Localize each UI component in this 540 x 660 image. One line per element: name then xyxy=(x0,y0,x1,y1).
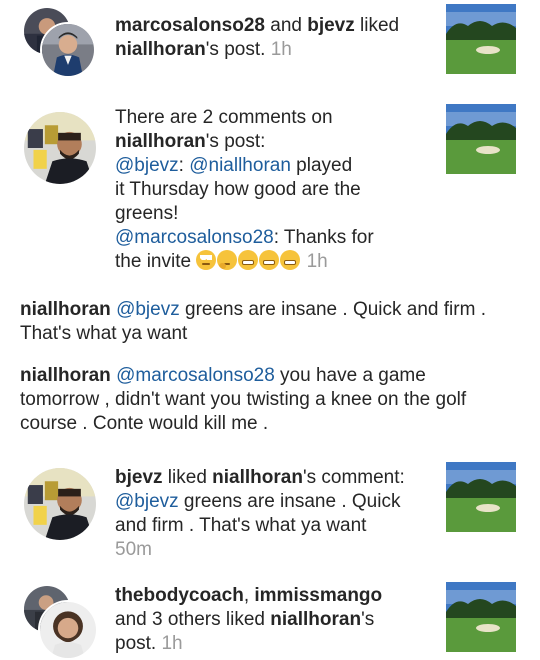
timestamp: 1h xyxy=(161,633,183,654)
comment-item[interactable]: niallhoran @marcosalonso28 you have a ga… xyxy=(20,364,530,436)
action-text: 's xyxy=(361,609,375,630)
notification-text: marcosalonso28 and bjevz liked niallhora… xyxy=(115,14,435,62)
comment-text: greens are insane . Quick and firm . xyxy=(179,299,486,320)
avatar-stack[interactable] xyxy=(22,110,98,186)
action-text: post. xyxy=(115,633,157,654)
avatar-stack[interactable] xyxy=(22,584,98,660)
username-link[interactable]: immissmango xyxy=(254,585,382,606)
avatar[interactable] xyxy=(22,110,98,186)
comment-text: That's what ya want xyxy=(20,323,188,344)
face-with-rolling-eyes-icon xyxy=(196,250,217,270)
mention-link[interactable]: @marcosalonso28 xyxy=(115,227,274,248)
notification-prefix: There are 2 comments on xyxy=(115,107,333,128)
mention-link[interactable]: @marcosalonso28 xyxy=(116,365,275,386)
comment-text: course . Conte would kill me . xyxy=(20,413,269,434)
comment-text: greens! xyxy=(115,203,179,224)
username-link[interactable]: niallhoran xyxy=(212,467,303,488)
comment-text: : xyxy=(178,155,190,176)
connector-text: and xyxy=(264,15,308,36)
notification-text: bjevz liked niallhoran's comment: @bjevz… xyxy=(115,466,435,562)
avatar[interactable] xyxy=(38,600,98,660)
timestamp: 1h xyxy=(306,251,328,272)
comment-text: : Thanks for xyxy=(273,227,374,248)
action-text: 's comment: xyxy=(302,467,405,488)
action-text: liked xyxy=(162,467,213,488)
comment-author[interactable]: niallhoran xyxy=(20,299,111,320)
grinning-face-icon xyxy=(280,250,301,270)
post-thumbnail[interactable] xyxy=(446,104,516,174)
username-link[interactable]: niallhoran xyxy=(115,131,206,152)
avatar-stack[interactable] xyxy=(22,466,98,542)
comment-item[interactable]: niallhoran @bjevz greens are insane . Qu… xyxy=(20,298,525,346)
comment-text: and firm . That's what ya want xyxy=(115,515,367,536)
post-thumbnail[interactable] xyxy=(446,582,516,652)
username-link[interactable]: marcosalonso28 xyxy=(115,15,265,36)
username-link[interactable]: bjevz xyxy=(115,467,163,488)
timestamp: 1h xyxy=(270,39,292,60)
username-link[interactable]: thebodycoach xyxy=(115,585,244,606)
comment-author[interactable]: niallhoran xyxy=(20,365,111,386)
avatar[interactable] xyxy=(40,22,96,78)
comment-text: you have a game xyxy=(274,365,426,386)
comment-text: it Thursday how good are the xyxy=(115,179,361,200)
comment-text: tomorrow , didn't want you twisting a kn… xyxy=(20,389,467,410)
action-text: 's post: xyxy=(205,131,266,152)
mention-link[interactable]: @bjevz xyxy=(115,491,179,512)
comment-text: the invite xyxy=(115,251,192,272)
timestamp: 50m xyxy=(115,539,152,560)
grinning-face-icon xyxy=(238,250,259,270)
avatar-stack[interactable] xyxy=(22,6,96,78)
username-link[interactable]: bjevz xyxy=(307,15,355,36)
post-thumbnail[interactable] xyxy=(446,4,516,74)
connector-text: , xyxy=(243,585,255,606)
username-link[interactable]: niallhoran xyxy=(115,39,206,60)
notification-text: thebodycoach, immissmango and 3 others l… xyxy=(115,584,435,656)
action-text: 's post. xyxy=(205,39,266,60)
comment-text: played xyxy=(290,155,353,176)
mention-link[interactable]: @bjevz xyxy=(115,155,179,176)
grinning-face-icon xyxy=(259,250,280,270)
thinking-face-icon xyxy=(217,250,238,270)
mention-link[interactable]: @niallhoran xyxy=(189,155,291,176)
post-thumbnail[interactable] xyxy=(446,462,516,532)
username-link[interactable]: niallhoran xyxy=(270,609,361,630)
avatar[interactable] xyxy=(22,466,98,542)
comment-text: greens are insane . Quick xyxy=(178,491,401,512)
notification-text: There are 2 comments on niallhoran's pos… xyxy=(115,106,435,274)
action-text: and 3 others liked xyxy=(115,609,271,630)
action-text: liked xyxy=(354,15,400,36)
mention-link[interactable]: @bjevz xyxy=(116,299,180,320)
